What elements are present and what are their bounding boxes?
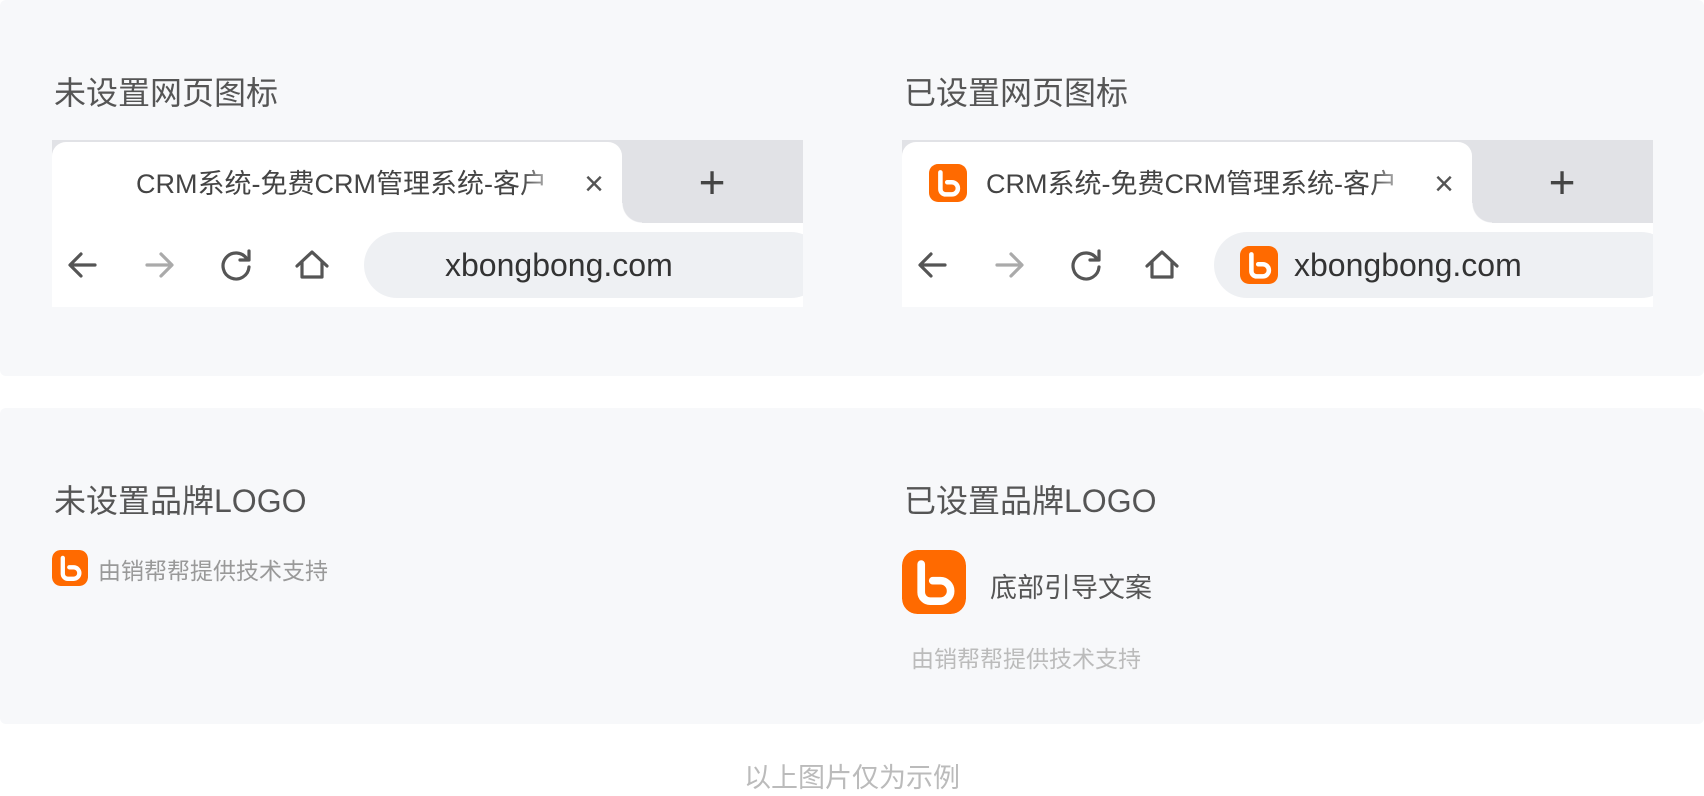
guide-text: 底部引导文案 <box>990 573 1152 603</box>
tab-corner <box>622 203 642 223</box>
footer-note: 以上图片仅为示例 <box>744 763 960 793</box>
tab-bar: CRM系统-免费CRM管理系统-客户 × + <box>52 140 803 223</box>
browser-tab[interactable]: CRM系统-免费CRM管理系统-客户 × <box>52 142 622 223</box>
section-title-without-logo: 未设置品牌LOGO <box>54 483 307 519</box>
close-icon[interactable]: × <box>1424 164 1464 204</box>
browser-toolbar: xbongbong.com <box>52 223 803 307</box>
forward-arrow-icon[interactable] <box>987 243 1031 287</box>
tab-corner <box>1472 203 1492 223</box>
browser-tab[interactable]: CRM系统-免费CRM管理系统-客户 × <box>902 142 1472 223</box>
tab-bar: CRM系统-免费CRM管理系统-客户 × + <box>902 140 1653 223</box>
brand-logo-comparison-panel: 未设置品牌LOGO 已设置品牌LOGO 由销帮帮提供技术支持 底部引导文案 由销… <box>0 408 1704 724</box>
tab-title-fade <box>1372 156 1422 212</box>
browser-toolbar: xbongbong.com <box>902 223 1653 307</box>
brand-logo-icon <box>1240 246 1278 284</box>
close-icon[interactable]: × <box>574 164 614 204</box>
address-bar[interactable]: xbongbong.com <box>364 232 803 298</box>
section-title-without-favicon: 未设置网页图标 <box>54 75 279 111</box>
address-url: xbongbong.com <box>1294 247 1522 283</box>
browser-mock-without-favicon: CRM系统-免费CRM管理系统-客户 × + xbongbong.com <box>52 140 803 307</box>
reload-icon[interactable] <box>1064 243 1108 287</box>
plus-icon[interactable]: + <box>1538 158 1586 206</box>
section-title-with-logo: 已设置品牌LOGO <box>904 483 1157 519</box>
support-text: 由销帮帮提供技术支持 <box>911 646 1141 672</box>
tab-title: CRM系统-免费CRM管理系统-客户 <box>136 169 547 199</box>
brand-logo-icon <box>929 164 967 202</box>
home-icon[interactable] <box>1140 243 1184 287</box>
tab-title: CRM系统-免费CRM管理系统-客户 <box>986 169 1397 199</box>
forward-arrow-icon[interactable] <box>137 243 181 287</box>
address-url: xbongbong.com <box>445 247 673 283</box>
address-bar[interactable]: xbongbong.com <box>1214 232 1653 298</box>
support-text: 由销帮帮提供技术支持 <box>98 558 328 584</box>
brand-logo-icon <box>52 550 88 586</box>
favicon-comparison-panel: 未设置网页图标 已设置网页图标 CRM系统-免费CRM管理系统-客户 × + x… <box>0 0 1704 376</box>
home-icon[interactable] <box>290 243 334 287</box>
plus-icon[interactable]: + <box>688 158 736 206</box>
section-title-with-favicon: 已设置网页图标 <box>904 75 1129 111</box>
reload-icon[interactable] <box>214 243 258 287</box>
browser-mock-with-favicon: CRM系统-免费CRM管理系统-客户 × + xbongbong.com <box>902 140 1653 307</box>
back-arrow-icon[interactable] <box>911 243 955 287</box>
brand-logo-icon <box>902 550 966 614</box>
back-arrow-icon[interactable] <box>61 243 105 287</box>
tab-title-fade <box>522 156 572 212</box>
